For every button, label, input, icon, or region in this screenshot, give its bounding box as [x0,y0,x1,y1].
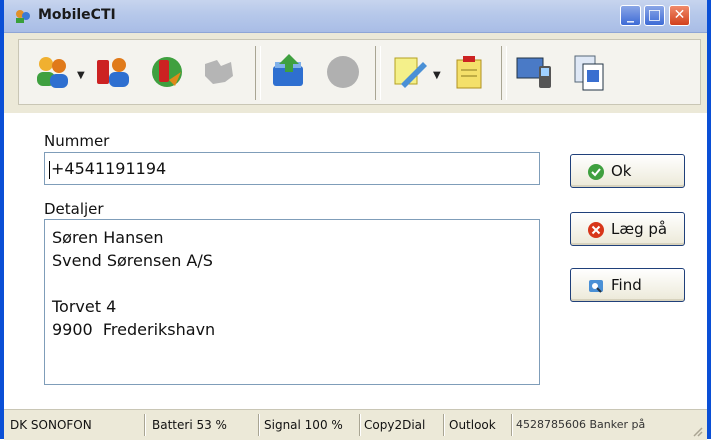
ok-button[interactable]: Ok [570,154,685,188]
number-field[interactable]: +4541191194 [44,152,540,185]
toolbar-separator [375,46,381,100]
text-caret [49,161,50,179]
status-divider [144,414,146,436]
disabled-puzzle-icon [197,50,241,94]
details-line: 9900 Frederikshavn [52,320,216,339]
ok-label: Ok [611,162,632,180]
toolbar-strip: ▼ ▼ [18,39,701,105]
number-value: +4541191194 [51,159,167,178]
status-divider [258,414,260,436]
status-operator: DK SONOFON [10,418,92,432]
device-sync-icon[interactable] [513,50,557,94]
maximize-button[interactable]: □ [644,5,665,26]
copy-pages-icon[interactable] [567,50,611,94]
details-line: Søren Hansen [52,228,164,247]
notes-edit-icon[interactable] [387,50,431,94]
hangup-button[interactable]: Læg på [570,212,685,246]
find-button[interactable]: Find [570,268,685,302]
status-divider [511,414,513,436]
window-title: MobileCTI [38,7,116,23]
app-icon [16,10,30,23]
clipboard-note-icon[interactable] [447,50,491,94]
chevron-down-icon[interactable]: ▼ [433,70,441,81]
status-call: 4528785606 Banker på [516,418,646,431]
status-battery: Batteri 53 % [152,418,227,432]
search-icon [589,280,603,293]
find-label: Find [611,276,642,294]
toolbar: ▼ ▼ [4,33,707,113]
details-line: Svend Sørensen A/S [52,251,213,270]
checkmark-icon [588,164,604,180]
status-copy2dial[interactable]: Copy2Dial [364,418,425,432]
status-divider [359,414,361,436]
chevron-down-icon[interactable]: ▼ [77,70,85,81]
status-signal: Signal 100 % [264,418,343,432]
title-bar[interactable]: MobileCTI _ □ ✕ [4,0,707,33]
number-label: Nummer [44,132,110,150]
cancel-icon [588,222,604,238]
details-label: Detaljer [44,200,104,218]
hangup-label: Læg på [611,220,668,238]
toolbar-separator [255,46,261,100]
resize-grip-icon[interactable] [691,425,703,437]
minimize-button[interactable]: _ [620,5,641,26]
status-bar: DK SONOFON Batteri 53 % Signal 100 % Cop… [4,409,707,440]
mobilecti-window: MobileCTI _ □ ✕ ▼ ▼ Nummer +4541191194 D… [0,0,711,440]
mobile-contact-icon[interactable] [91,50,135,94]
inbox-upload-icon[interactable] [267,50,311,94]
status-divider [443,414,445,436]
status-outlook[interactable]: Outlook [449,418,496,432]
details-textarea[interactable]: Søren Hansen Svend Sørensen A/S Torvet 4… [44,219,540,385]
phone-redirect-icon[interactable] [145,50,189,94]
disabled-circle-icon [321,50,365,94]
details-line [52,272,539,295]
close-button[interactable]: ✕ [669,5,690,26]
details-line: Torvet 4 [52,297,117,316]
toolbar-separator [501,46,507,100]
contacts-icon[interactable] [31,50,75,94]
